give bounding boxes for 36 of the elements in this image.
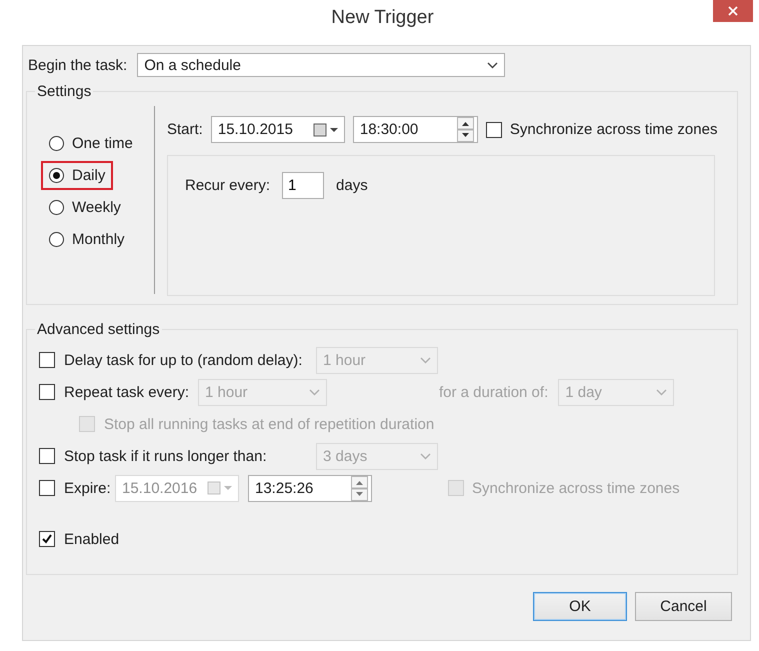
sync-checkbox-label[interactable]: Synchronize across time zones xyxy=(486,121,718,138)
dialog-button[interactable]: Cancel xyxy=(635,592,732,621)
option-label: Stop task if it runs longer than: xyxy=(64,448,267,464)
option-label: Repeat task every: xyxy=(64,384,190,400)
schedule-radio-option[interactable]: Daily xyxy=(41,161,114,190)
dropdown-caret-icon xyxy=(656,388,668,396)
dropdown-caret-icon xyxy=(420,452,431,460)
close-button[interactable] xyxy=(713,0,753,22)
calendar-dropdown-icon[interactable] xyxy=(312,122,341,136)
checkbox[interactable] xyxy=(39,531,55,547)
option-label: Delay task for up to (random delay): xyxy=(64,352,302,368)
begin-task-dropdown[interactable]: On a schedule xyxy=(137,53,506,77)
recur-input[interactable]: 1 xyxy=(282,172,324,199)
option-label: Expire: xyxy=(64,480,111,496)
option-label: for a duration of: xyxy=(439,384,548,400)
dialog-button[interactable]: OK xyxy=(533,592,627,621)
dropdown-caret-icon xyxy=(309,388,320,396)
group-legend: Advanced settings xyxy=(35,321,162,338)
spin-buttons-icon[interactable] xyxy=(456,117,474,142)
option-label: Stop all running tasks at end of repetition duration xyxy=(104,416,434,432)
group-legend: Settings xyxy=(35,83,94,100)
time-field[interactable]: 18:30:00 xyxy=(352,116,478,143)
close-icon xyxy=(728,6,738,16)
field-label: Begin the task: xyxy=(28,56,128,74)
schedule-radio-option[interactable]: One time xyxy=(41,129,141,158)
schedule-radio-option[interactable]: Monthly xyxy=(41,225,133,254)
dropdown-caret-icon xyxy=(487,62,498,68)
date-field[interactable]: 15.10.2015 xyxy=(210,116,345,143)
window-title: New Trigger xyxy=(330,6,435,29)
field-label: Start: xyxy=(167,121,203,138)
field-label: Recur every: xyxy=(185,177,270,194)
unit-label: days xyxy=(336,177,368,194)
checkbox[interactable] xyxy=(486,122,502,138)
option-label: Enabled xyxy=(64,530,120,548)
schedule-radio-option[interactable]: Weekly xyxy=(41,193,129,222)
dropdown-caret-icon xyxy=(420,356,431,364)
